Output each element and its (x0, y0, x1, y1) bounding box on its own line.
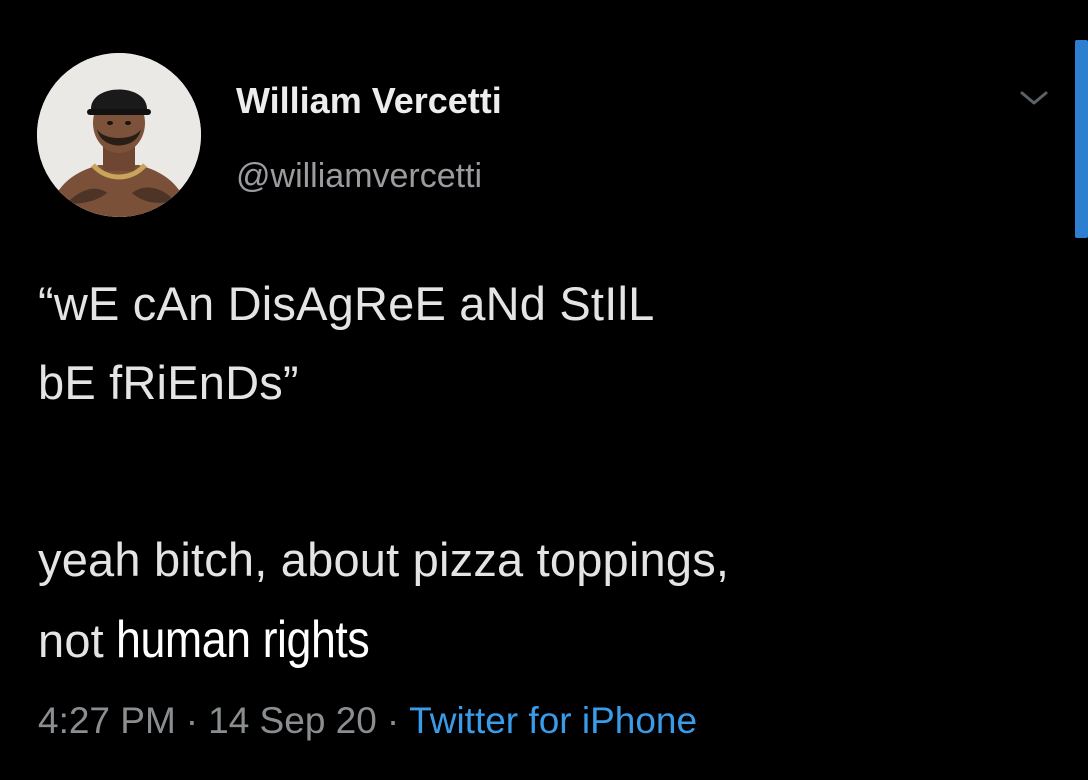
tweet-source-link[interactable]: Twitter for iPhone (409, 700, 697, 741)
avatar[interactable] (37, 53, 201, 217)
user-handle[interactable]: @williamvercetti (236, 157, 482, 196)
tweet-date: 14 Sep 20 (208, 700, 377, 741)
tweet-text-line: yeah bitch, about pizza toppings, (38, 533, 730, 586)
display-name[interactable]: William Vercetti (236, 80, 502, 122)
tweet-text-line: bE fRiEnDs” (38, 356, 299, 409)
tweet-text-line: “wE cAn DisAgReE aNd StIlL (38, 277, 655, 330)
tweet-time: 4:27 PM (38, 700, 176, 741)
scrollbar[interactable] (1075, 40, 1088, 238)
tweet-text-line: not human rights (38, 610, 411, 670)
separator: · (386, 700, 400, 741)
chevron-down-icon[interactable] (1016, 86, 1052, 110)
highlighted-text: human rights (115, 611, 370, 669)
tweet-metadata: 4:27 PM · 14 Sep 20 · Twitter for iPhone (38, 700, 697, 742)
separator: · (185, 700, 199, 741)
tweet-text-segment: not (38, 614, 104, 667)
